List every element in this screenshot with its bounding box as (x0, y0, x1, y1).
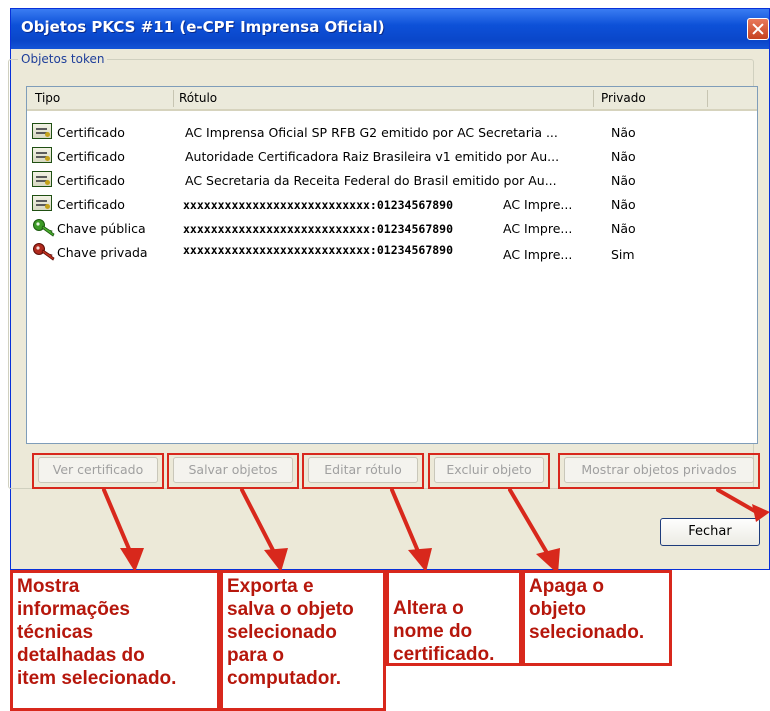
annotation-line: item selecionado. (17, 668, 177, 689)
arrowhead (752, 504, 770, 522)
annotation-line: para o (227, 645, 285, 666)
annotation-line: computador. (227, 668, 342, 689)
annotation-line: salva o objeto (227, 599, 354, 620)
arrowhead (408, 548, 432, 572)
annotation-line: Apaga o (529, 576, 604, 597)
annotation-line: selecionado (227, 622, 337, 643)
arrow-salvar-objetos (240, 488, 278, 558)
annotation-line: certificado. (393, 644, 495, 665)
annotation-line: selecionado. (529, 622, 645, 643)
annotation-line: objeto (529, 599, 586, 620)
annotation-ver-certificado: Mostra informações técnicas detalhadas d… (10, 570, 220, 711)
annotation-salvar-objetos: Exporta e salva o objeto selecionado par… (220, 570, 386, 711)
arrow-excluir-objeto (508, 488, 552, 560)
annotation-line: Mostra (17, 576, 80, 597)
annotation-line: detalhadas do (17, 645, 145, 666)
arrow-editar-rotulo (390, 488, 422, 558)
arrow-ver-certificado (102, 488, 134, 558)
annotation-line: Altera o (393, 598, 464, 619)
arrowhead (120, 548, 144, 572)
annotation-editar-rotulo: Altera o nome do certificado. (386, 570, 522, 666)
arrowhead (264, 548, 288, 572)
annotation-excluir-objeto: Apaga o objeto selecionado. (522, 570, 672, 666)
annotated-screenshot: { "window": { "title": "Objetos PKCS #11… (0, 0, 770, 711)
annotation-line: nome do (393, 621, 473, 642)
annotation-line: Exporta e (227, 576, 314, 597)
annotation-line: técnicas (17, 622, 94, 643)
annotation-line: informações (17, 599, 130, 620)
